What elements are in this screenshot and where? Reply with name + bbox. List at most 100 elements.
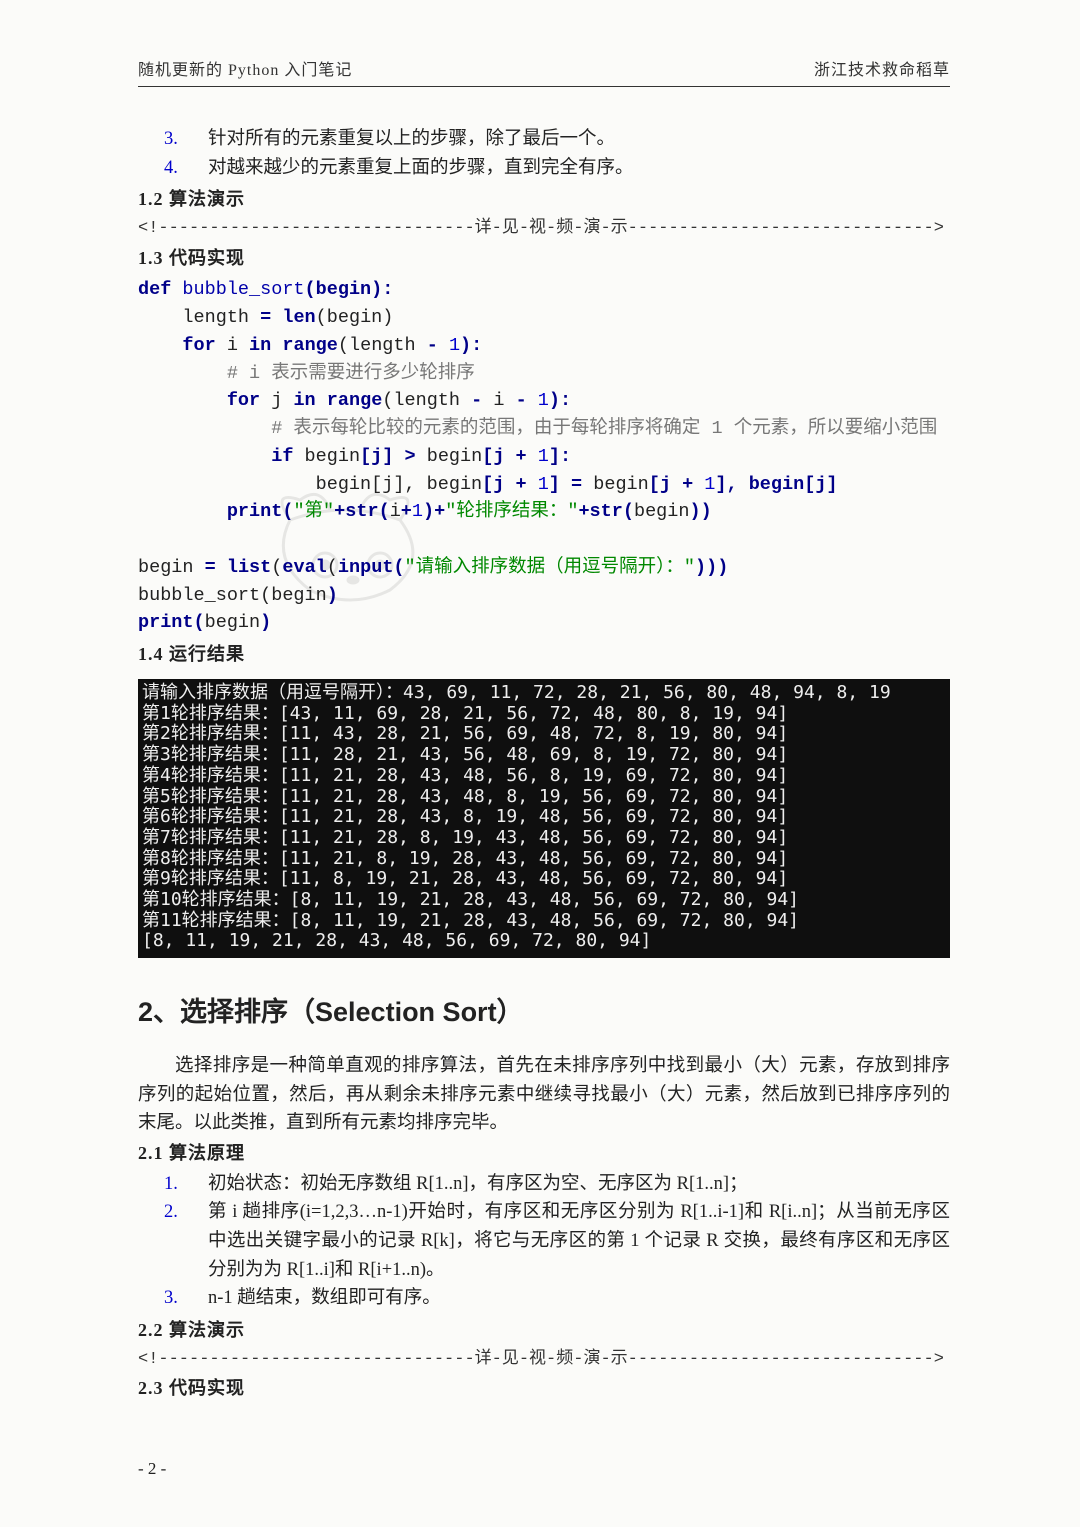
code-token: (begin (260, 585, 327, 606)
code-token: = (205, 557, 227, 578)
code-token: + (682, 474, 704, 495)
code-token: (length (382, 390, 471, 411)
code-token: length (138, 307, 260, 328)
code-token: 1 (449, 335, 460, 356)
code-token: - (427, 335, 449, 356)
code-token: ): (460, 335, 482, 356)
section-2-intro: 选择排序是一种简单直观的排序算法，首先在未排序序列中找到最小（大）元素，存放到排… (138, 1052, 950, 1138)
selection-steps: 1.初始状态：初始无序数组 R[1..n]，有序区为空、无序区为 R[1..n]… (164, 1170, 950, 1313)
code-token: ]: (549, 446, 571, 467)
code-token: ): (549, 390, 571, 411)
code-token: ) (260, 612, 271, 633)
sub-heading-1-3: 1.3 代码实现 (138, 245, 950, 273)
code-token: print( (138, 612, 205, 633)
code-token: (begin) (316, 307, 394, 328)
code-token: input( (338, 557, 405, 578)
code-token: i (493, 390, 515, 411)
code-token (138, 390, 227, 411)
step-text: 对越来越少的元素重复上面的步骤，直到完全有序。 (208, 154, 634, 183)
code-token: i (390, 501, 401, 522)
code-token: if (271, 446, 293, 467)
code-token: list (227, 557, 271, 578)
step-number: 3. (164, 1284, 208, 1313)
code-token: def (138, 279, 171, 300)
code-token: + (515, 474, 537, 495)
bubble-steps: 3. 针对所有的元素重复以上的步骤，除了最后一个。 4. 对越来越少的元素重复上… (164, 125, 950, 182)
code-token: ) (327, 585, 338, 606)
code-token: ( (271, 557, 282, 578)
page-number: - 2 - (138, 1459, 166, 1479)
code-token: range (282, 335, 338, 356)
code-token: [j] (360, 446, 404, 467)
code-token: > (405, 446, 427, 467)
code-token: "请输入排序数据（用逗号隔开）：" (405, 557, 695, 578)
code-token: begin[j], begin (138, 474, 482, 495)
code-token: [j] (804, 474, 837, 495)
code-token: (length (338, 335, 427, 356)
code-token: for (182, 335, 215, 356)
code-token: [j (649, 474, 682, 495)
code-token (138, 335, 182, 356)
code-token: range (327, 390, 383, 411)
code-token: ( (327, 557, 338, 578)
list-item: 3.n-1 趟结束，数组即可有序。 (164, 1284, 950, 1313)
code-token: +str( (334, 501, 390, 522)
sub-heading-1-2: 1.2 算法演示 (138, 186, 950, 214)
terminal-output: 请输入排序数据（用逗号隔开）：43, 69, 11, 72, 28, 21, 5… (138, 679, 950, 958)
list-item: 4. 对越来越少的元素重复上面的步骤，直到完全有序。 (164, 154, 950, 183)
list-item: 1.初始状态：初始无序数组 R[1..n]，有序区为空、无序区为 R[1..n]… (164, 1170, 950, 1199)
sub-heading-2-3: 2.3 代码实现 (138, 1375, 950, 1403)
code-token: ] (549, 474, 571, 495)
code-token: "轮排序结果：" (445, 501, 578, 522)
code-token: begin (293, 446, 360, 467)
code-token: "第" (293, 501, 334, 522)
code-token: 1 (538, 446, 549, 467)
video-divider: <!-------------------------------详-见-视-频… (138, 1347, 950, 1373)
step-number: 1. (164, 1170, 208, 1199)
code-token: + (401, 501, 412, 522)
sub-heading-2-1: 2.1 算法原理 (138, 1140, 950, 1168)
code-token: in (249, 335, 271, 356)
code-token: 1 (538, 390, 549, 411)
code-token: ))) (695, 557, 728, 578)
sub-heading-1-4: 1.4 运行结果 (138, 641, 950, 669)
code-token: = (260, 307, 282, 328)
code-token: i (216, 335, 249, 356)
step-text: n-1 趟结束，数组即可有序。 (208, 1284, 441, 1313)
code-token: in (293, 390, 315, 411)
step-text: 初始状态：初始无序数组 R[1..n]，有序区为空、无序区为 R[1..n]； (208, 1170, 748, 1199)
code-token: begin (427, 446, 483, 467)
code-token: 1 (412, 501, 423, 522)
list-item: 2.第 i 趟排序(i=1,2,3…n-1)开始时，有序区和无序区分别为 R[1… (164, 1198, 950, 1284)
code-token (138, 501, 227, 522)
code-token: 1 (538, 474, 549, 495)
code-token: 1 (704, 474, 715, 495)
step-text: 第 i 趟排序(i=1,2,3…n-1)开始时，有序区和无序区分别为 R[1..… (208, 1198, 950, 1284)
code-token: len (282, 307, 315, 328)
code-token: begin (138, 557, 205, 578)
document-page: 随机更新的 Python 入门笔记 浙江技术救命稻草 3. 针对所有的元素重复以… (0, 0, 1080, 1527)
header-right: 浙江技术救命稻草 (814, 56, 950, 80)
step-number: 3. (164, 125, 208, 154)
step-number: 4. (164, 154, 208, 183)
code-token: )+ (423, 501, 445, 522)
code-token: for (227, 390, 260, 411)
code-token: j (260, 390, 293, 411)
page-header: 随机更新的 Python 入门笔记 浙江技术救命稻草 (138, 56, 950, 87)
step-text: 针对所有的元素重复以上的步骤，除了最后一个。 (208, 125, 615, 154)
code-comment: # 表示每轮比较的元素的范围，由于每轮排序将确定 1 个元素，所以要缩小范围 (138, 418, 937, 439)
code-token: (begin): (305, 279, 394, 300)
code-token: print( (227, 501, 294, 522)
code-token: - (516, 390, 538, 411)
code-token: )) (689, 501, 711, 522)
code-token (138, 446, 271, 467)
code-token: [j (482, 446, 515, 467)
code-token: = (571, 474, 593, 495)
section-2-title: 2、选择排序（Selection Sort） (138, 992, 950, 1034)
list-item: 3. 针对所有的元素重复以上的步骤，除了最后一个。 (164, 125, 950, 154)
code-token: begin (205, 612, 261, 633)
code-token: bubble_sort (171, 279, 304, 300)
code-token (316, 390, 327, 411)
code-token: ], begin (715, 474, 804, 495)
code-token: begin (634, 501, 690, 522)
